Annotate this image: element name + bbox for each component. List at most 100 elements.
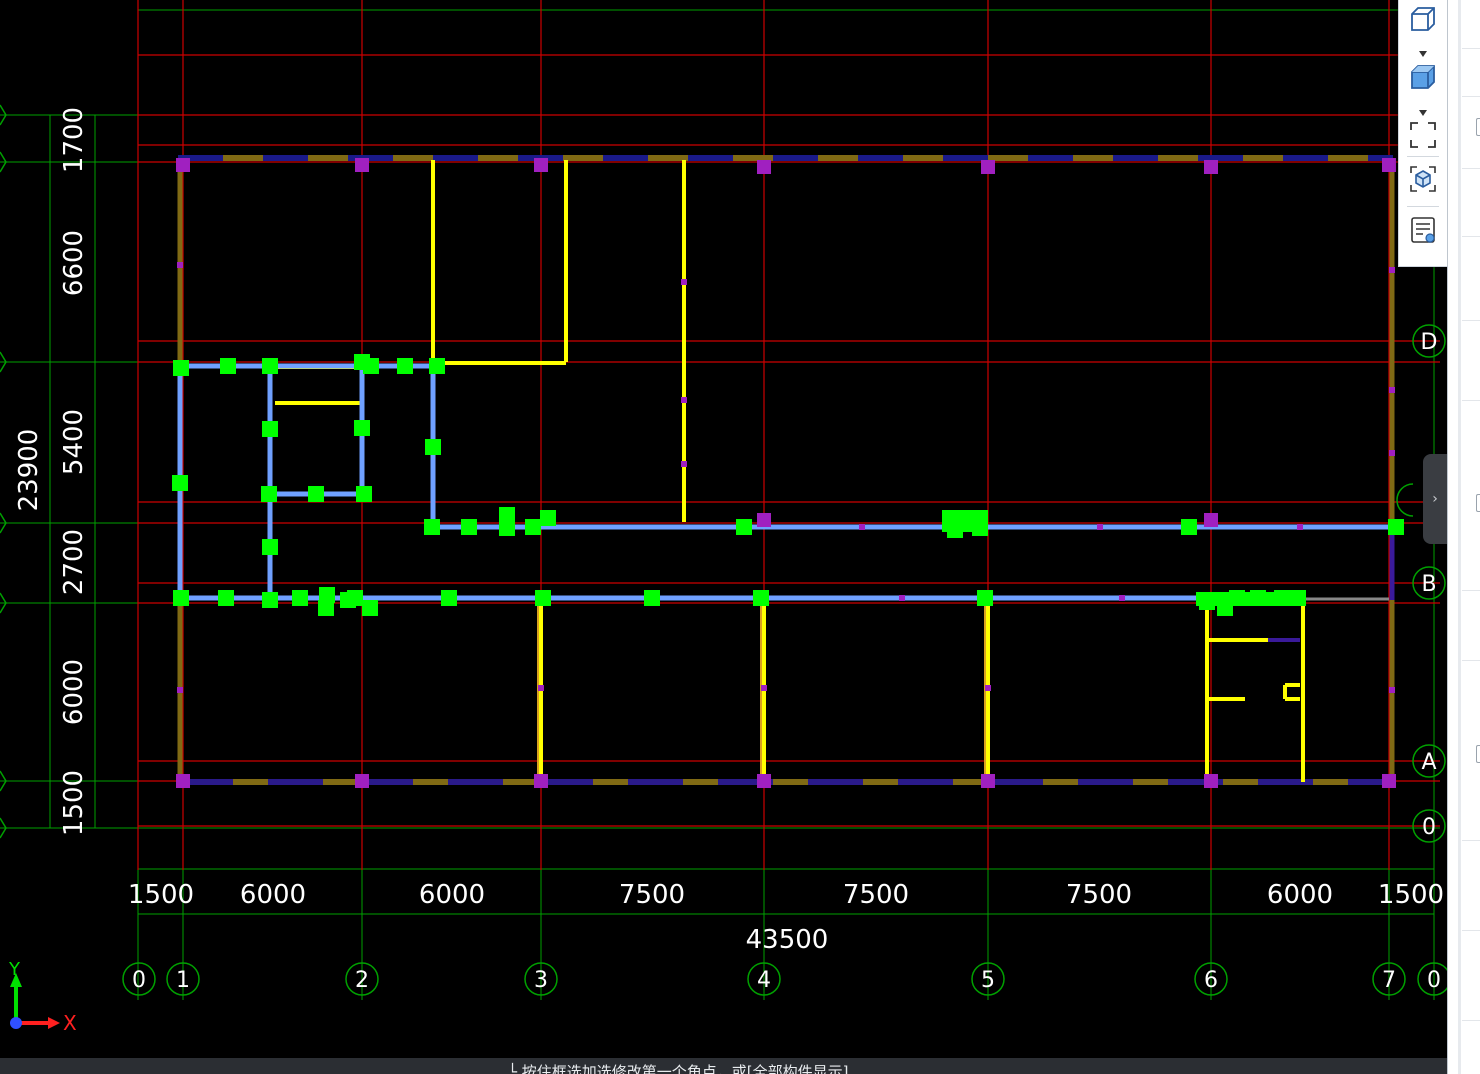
structural-node xyxy=(535,590,551,606)
column-marker xyxy=(757,774,771,788)
view-cube-icon xyxy=(1411,7,1435,31)
column-marker xyxy=(981,160,995,174)
panel-row-divider xyxy=(1462,1020,1480,1021)
column-marker xyxy=(534,158,548,172)
dimension-label-vertical: 2700 xyxy=(59,529,89,595)
column-tick xyxy=(177,687,183,693)
dimension-label-horizontal: 6000 xyxy=(419,880,485,910)
x-axis-arrowhead xyxy=(48,1017,60,1029)
column-tick xyxy=(761,685,767,691)
column-tick xyxy=(859,524,865,530)
structural-node xyxy=(262,421,278,437)
column-marker xyxy=(1204,513,1218,527)
structural-node xyxy=(356,486,372,502)
panel-control-stub[interactable] xyxy=(1476,745,1480,763)
column-tick xyxy=(1389,387,1395,393)
view-cube-button[interactable] xyxy=(1405,2,1441,36)
toolbar-divider xyxy=(1407,156,1439,157)
column-marker xyxy=(355,774,369,788)
structural-node xyxy=(424,519,440,535)
grid-bubble-label: 5 xyxy=(981,968,995,993)
column-marker xyxy=(534,774,548,788)
grid-bubble-label: 1 xyxy=(176,968,190,993)
panel-row-divider xyxy=(1462,400,1480,401)
grid-bubble-label: 4 xyxy=(757,968,771,993)
dimension-label-horizontal: 7500 xyxy=(1066,880,1132,910)
vertical-grid-bubble: 5 xyxy=(971,962,1005,996)
view-cube-filled-icon xyxy=(1411,65,1435,89)
vertical-grid-bubble: 3 xyxy=(524,962,558,996)
dimension-label-horizontal: 7500 xyxy=(843,880,909,910)
column-tick xyxy=(1389,687,1395,693)
structural-node xyxy=(262,358,278,374)
grid-bubble-label: 0 xyxy=(1427,968,1441,993)
dimension-label-horizontal: 1500 xyxy=(128,880,194,910)
vertical-grid-bubble: 0 xyxy=(122,962,156,996)
structural-node xyxy=(644,590,660,606)
properties-button[interactable] xyxy=(1405,213,1441,247)
structural-node xyxy=(753,590,769,606)
panel-row-divider xyxy=(1462,320,1480,321)
structural-node xyxy=(525,519,541,535)
floor-plan-drawing[interactable]: 0 1 2 3 4 5 6 7 0 D B A 0 1500 6000 6000 7500 7500 7500 600… xyxy=(0,0,1447,1058)
panel-control-stub[interactable] xyxy=(1476,118,1480,136)
panel-row-divider xyxy=(1462,590,1480,591)
grid-bubble-label: 0 xyxy=(1422,815,1436,840)
column-marker xyxy=(981,774,995,788)
grid-bubble-partial xyxy=(1396,483,1414,517)
structural-node xyxy=(354,420,370,436)
view-cube-filled-button[interactable] xyxy=(1405,60,1441,94)
view-style-dropdown[interactable] xyxy=(1417,103,1429,116)
column-tick xyxy=(681,461,687,467)
structural-node xyxy=(308,486,324,502)
column-marker xyxy=(1204,774,1218,788)
column-tick xyxy=(681,279,687,285)
axis-gizmo: Y X xyxy=(8,959,77,1035)
properties-list-icon xyxy=(1411,217,1435,243)
3d-box-icon xyxy=(1410,166,1436,192)
vertical-grid-bubble: 1 xyxy=(166,962,200,996)
structural-node xyxy=(292,590,308,606)
structural-node xyxy=(1181,519,1197,535)
fit-view-button[interactable] xyxy=(1405,118,1441,152)
fit-view-icon xyxy=(1410,122,1436,148)
3d-view-button[interactable] xyxy=(1405,162,1441,196)
dimension-label-horizontal: 1500 xyxy=(1378,880,1444,910)
structural-node xyxy=(736,519,752,535)
chevron-down-icon xyxy=(1419,110,1427,116)
panel-control-stub[interactable] xyxy=(1476,494,1480,512)
panel-collapse-handle[interactable]: › xyxy=(1423,454,1447,544)
structural-node xyxy=(441,590,457,606)
structural-node xyxy=(425,439,441,455)
command-prompt-text: └ 按住框选加选修改第一个角点，或[全部构件显示] xyxy=(508,1063,849,1074)
structural-node xyxy=(363,358,379,374)
structural-node xyxy=(173,590,189,606)
structural-node xyxy=(499,520,515,536)
drawing-canvas[interactable]: 0 1 2 3 4 5 6 7 0 D B A 0 1500 6000 6000 7500 7500 7500 600… xyxy=(0,0,1447,1058)
panel-row-divider xyxy=(1462,930,1480,931)
x-axis-label: X xyxy=(63,1011,77,1035)
status-bar: └ 按住框选加选修改第一个角点，或[全部构件显示] xyxy=(0,1058,1447,1074)
grid-bubble-label: A xyxy=(1421,750,1436,775)
origin-dot xyxy=(10,1017,22,1029)
structural-node xyxy=(262,592,278,608)
column-marker xyxy=(176,158,190,172)
panel-row-divider xyxy=(1462,48,1480,49)
view-toolbar xyxy=(1398,0,1447,267)
structural-node xyxy=(362,600,378,616)
view-cube-dropdown[interactable] xyxy=(1417,44,1429,57)
dimension-total-vertical: 23900 xyxy=(14,429,44,512)
panel-row-divider xyxy=(1462,168,1480,169)
column-tick xyxy=(985,685,991,691)
column-tick xyxy=(1297,524,1303,530)
structural-node xyxy=(173,360,189,376)
toolbar-divider xyxy=(1407,206,1439,207)
dimension-label-horizontal: 7500 xyxy=(619,880,685,910)
grid-bubble-label: D xyxy=(1421,330,1438,355)
column-marker xyxy=(1382,158,1396,172)
column-tick xyxy=(1119,595,1125,601)
grid-bubble-label: 0 xyxy=(132,968,146,993)
grid-bubble-label: 6 xyxy=(1204,968,1218,993)
vertical-scrollbar[interactable] xyxy=(1458,0,1461,1074)
structural-node xyxy=(397,358,413,374)
